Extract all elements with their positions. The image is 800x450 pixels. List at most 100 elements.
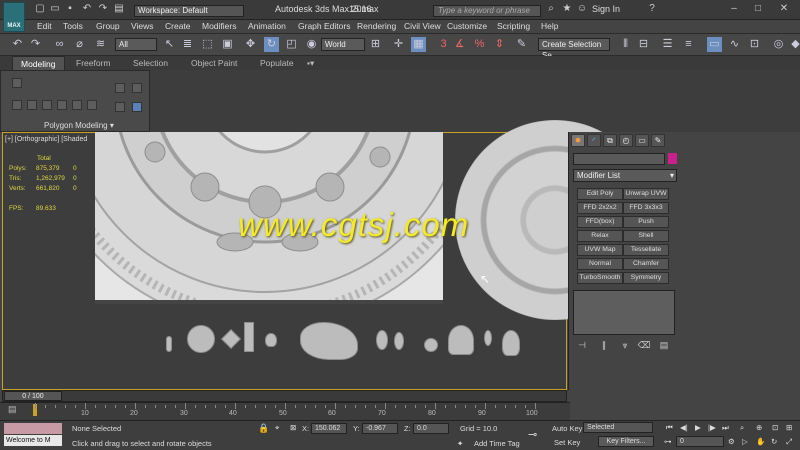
menu-create[interactable]: Create — [165, 21, 191, 31]
menu-civil-view[interactable]: Civil View — [404, 21, 441, 31]
zoom-icon[interactable]: ⌕ — [740, 423, 744, 433]
zoom-extents-icon[interactable]: ⊡ — [772, 423, 778, 432]
object-color-swatch[interactable] — [668, 153, 677, 164]
window-crossing-icon[interactable]: ▣ — [220, 37, 235, 52]
configure-modifier-sets-icon[interactable]: ▤ — [657, 340, 671, 351]
z-coordinate-field[interactable]: 0.0 — [413, 423, 449, 434]
key-filters-button[interactable]: Key Filters... — [598, 436, 654, 447]
create-panel-icon[interactable]: ✸ — [571, 134, 585, 147]
absolute-mode-icon[interactable]: ⊠ — [290, 423, 296, 432]
orbit-icon[interactable]: ↻ — [771, 437, 777, 446]
ribbon-tool-icon[interactable] — [57, 100, 67, 110]
ribbon-tool-icon[interactable] — [115, 102, 125, 112]
subscription-icon[interactable]: ★ — [561, 3, 573, 15]
ribbon-tool-icon[interactable] — [27, 100, 37, 110]
link-icon[interactable]: ∞ — [52, 37, 67, 52]
modifier-list-dropdown[interactable]: Modifier List ▾ — [573, 169, 677, 182]
set-key-button[interactable]: Set Key — [554, 438, 580, 447]
isolate-selection-icon[interactable]: ⌖ — [275, 423, 279, 433]
undo-icon[interactable]: ↶ — [10, 37, 25, 52]
current-frame-field[interactable]: 0 — [676, 436, 724, 447]
unlink-icon[interactable]: ⌀ — [72, 37, 87, 52]
ribbon-tool-icon[interactable] — [115, 83, 125, 93]
menu-rendering[interactable]: Rendering — [357, 21, 396, 31]
time-configuration-icon[interactable]: ⚙ — [728, 437, 735, 446]
modifier-push-button[interactable]: Push — [623, 216, 669, 228]
material-editor-icon[interactable]: ◎ — [771, 37, 786, 52]
scene-explorer-icon[interactable]: ☰ — [660, 37, 675, 52]
x-coordinate-field[interactable]: 150.062 — [311, 423, 347, 434]
menu-group[interactable]: Group — [96, 21, 120, 31]
layer-explorer-icon[interactable]: ≡ — [681, 37, 696, 52]
search-input[interactable]: Type a keyword or phrase — [433, 5, 541, 17]
menu-scripting[interactable]: Scripting — [497, 21, 530, 31]
ribbon-tool-icon[interactable] — [12, 100, 22, 110]
key-icon[interactable]: ⊸ — [528, 428, 537, 441]
tab-populate[interactable]: Populate — [252, 56, 302, 70]
menu-animation[interactable]: Animation — [248, 21, 286, 31]
pan-view-icon[interactable]: ✋ — [756, 437, 765, 446]
select-manipulate-icon[interactable]: ✛ — [391, 37, 406, 52]
minimize-icon[interactable]: – — [728, 3, 740, 15]
undo-icon[interactable]: ↶ — [81, 3, 93, 15]
place-icon[interactable]: ◉ — [304, 37, 319, 52]
save-file-icon[interactable]: ▪ — [64, 3, 76, 15]
track-bar-menu-icon[interactable]: ▤ — [8, 404, 17, 415]
modifier-normal-button[interactable]: Normal — [577, 258, 623, 270]
ribbon-tool-icon[interactable] — [132, 83, 142, 93]
menu-modifiers[interactable]: Modifiers — [202, 21, 236, 31]
reference-coordinate-dropdown[interactable]: World — [321, 38, 365, 51]
viewport-label[interactable]: [+] [Orthographic] [Shaded — [5, 136, 87, 143]
sign-in-button[interactable]: Sign In — [592, 4, 620, 14]
pivot-center-icon[interactable]: ⊞ — [368, 37, 383, 52]
modifier-relax-button[interactable]: Relax — [577, 230, 623, 242]
modifier-edit-poly-button[interactable]: Edit Poly — [577, 188, 623, 200]
rectangular-selection-icon[interactable]: ⬚ — [200, 37, 215, 52]
ribbon-options-icon[interactable]: ▪▾ — [303, 56, 318, 70]
maximize-viewport-icon[interactable]: ⤢ — [786, 437, 792, 447]
modify-panel-icon[interactable]: ◜ — [587, 134, 601, 147]
menu-graph-editors[interactable]: Graph Editors — [298, 21, 350, 31]
angle-snap-icon[interactable]: ∡ — [452, 37, 467, 52]
pin-stack-icon[interactable]: ⊣ — [575, 340, 589, 351]
ribbon-tool-icon[interactable] — [132, 102, 142, 112]
tab-modeling[interactable]: Modeling — [12, 56, 65, 70]
time-slider[interactable] — [2, 390, 567, 402]
tab-object-paint[interactable]: Object Paint — [183, 56, 245, 70]
select-by-name-icon[interactable]: ≣ — [180, 37, 195, 52]
motion-panel-icon[interactable]: ◴ — [619, 134, 633, 147]
open-file-icon[interactable]: ▭ — [49, 3, 61, 15]
ribbon-tool-icon[interactable] — [12, 78, 22, 88]
zoom-extents-all-icon[interactable]: ⊞ — [786, 423, 792, 432]
align-icon[interactable]: ⊟ — [636, 37, 651, 52]
snaps-toggle-icon[interactable]: 3 — [436, 37, 451, 52]
modifier-tessellate-button[interactable]: Tessellate — [623, 244, 669, 256]
spinner-snap-icon[interactable]: ⇕ — [492, 37, 507, 52]
modifier-turbosmooth-button[interactable]: TurboSmooth — [577, 272, 623, 284]
next-frame-icon[interactable]: |▶ — [708, 423, 716, 432]
ribbon-panel-caption[interactable]: Polygon Modeling ▾ — [44, 121, 114, 130]
hierarchy-panel-icon[interactable]: ⧉ — [603, 134, 617, 147]
ribbon-tool-icon[interactable] — [42, 100, 52, 110]
menu-customize[interactable]: Customize — [447, 21, 487, 31]
select-object-icon[interactable]: ↖ — [162, 37, 177, 52]
tab-freeform[interactable]: Freeform — [68, 56, 118, 70]
display-panel-icon[interactable]: ▭ — [635, 134, 649, 147]
field-of-view-icon[interactable]: ▷ — [742, 437, 748, 446]
modifier-symmetry-button[interactable]: Symmetry — [623, 272, 669, 284]
scale-icon[interactable]: ◰ — [284, 37, 299, 52]
help-icon[interactable]: ? — [646, 3, 658, 15]
workspace-dropdown[interactable]: Workspace: Default — [134, 5, 244, 17]
time-tag-icon[interactable]: ✦ — [457, 439, 463, 448]
move-icon[interactable]: ✥ — [243, 37, 258, 52]
percent-snap-icon[interactable]: % — [472, 37, 487, 52]
maxscript-listener-output[interactable] — [4, 423, 62, 434]
new-file-icon[interactable]: ▢ — [34, 3, 46, 15]
redo-icon[interactable]: ↷ — [28, 37, 43, 52]
y-coordinate-field[interactable]: -0.967 — [362, 423, 398, 434]
go-to-end-icon[interactable]: ⏭ — [722, 423, 729, 433]
key-mode-dropdown[interactable]: Selected — [583, 422, 653, 433]
curve-editor-icon[interactable]: ∿ — [727, 37, 742, 52]
menu-tools[interactable]: Tools — [63, 21, 83, 31]
add-time-tag-button[interactable]: Add Time Tag — [474, 439, 520, 448]
